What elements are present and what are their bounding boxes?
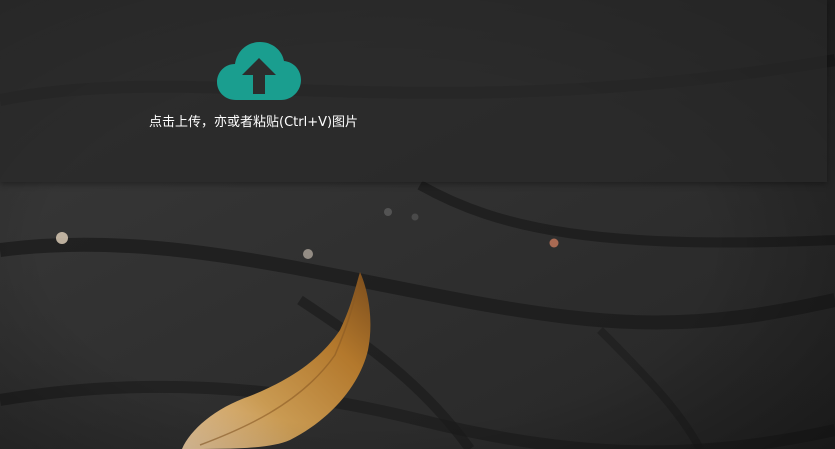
cloud-upload-icon[interactable] — [216, 40, 302, 102]
image-upload-page: 点击上传，亦或者粘贴(Ctrl+V)图片 — [0, 0, 835, 449]
upload-prompt-text: 点击上传，亦或者粘贴(Ctrl+V)图片 — [149, 115, 359, 130]
upload-dropzone[interactable]: 点击上传，亦或者粘贴(Ctrl+V)图片 — [0, 0, 827, 182]
